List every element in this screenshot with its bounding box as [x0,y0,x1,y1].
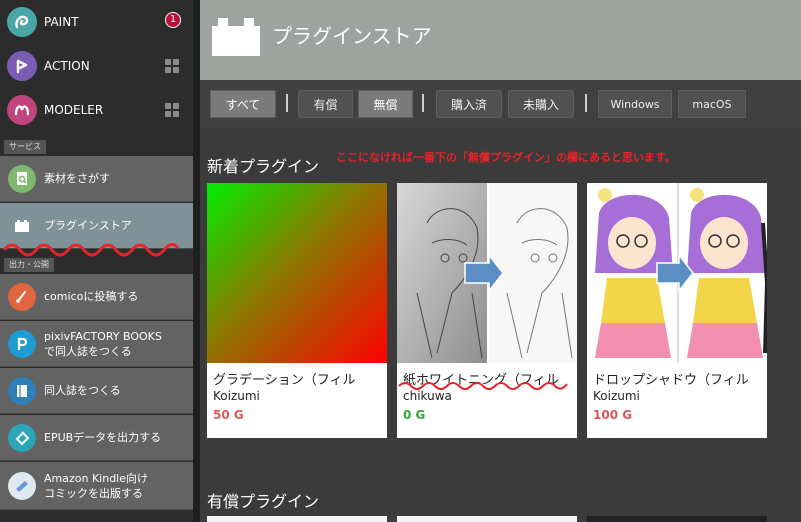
modeler-app-icon [7,95,37,125]
section-title-paid-plugins: 有償プラグイン [207,492,320,511]
sidebar-item-label: pixivFACTORY BOOKS で同人誌をつくる [44,329,162,358]
filter-purchased-button[interactable]: 購入済 [436,90,502,118]
app-modeler[interactable]: MODELER [0,88,193,132]
plugin-author: chikuwa [403,389,452,403]
sidebar-item-label: EPUBデータを出力する [44,431,162,444]
sidebar: PAINT 1 ACTION MODELER サービス 素材をさがす プラグイン… [0,0,196,522]
app-action[interactable]: ACTION [0,44,193,88]
filter-free-button[interactable]: 無償 [358,90,413,118]
sidebar-item-comico[interactable]: comicoに投稿する [0,274,193,320]
store-header: プラグインストア [200,0,801,80]
plugin-card-partial[interactable] [587,516,767,522]
notification-badge[interactable]: 1 [165,12,181,28]
plugin-thumbnail [397,183,577,363]
plugin-card-partial[interactable] [397,516,577,522]
filter-separator [286,94,288,112]
material-search-icon [8,164,36,193]
sidebar-item-pixiv-factory[interactable]: pixivFACTORY BOOKS で同人誌をつくる [0,321,193,367]
grid-icon[interactable] [165,59,179,73]
pixiv-icon [8,329,36,358]
filter-not-purchased-button[interactable]: 未購入 [508,90,574,118]
sidebar-item-label: 素材をさがす [44,172,110,185]
sidebar-item-epub[interactable]: EPUBデータを出力する [0,415,193,461]
action-app-icon [7,51,37,81]
filter-all-button[interactable]: すべて [210,90,276,118]
plugin-author: Koizumi [593,389,640,403]
comico-icon [8,282,36,311]
sidebar-item-label: 同人誌をつくる [44,384,121,397]
sidebar-item-kindle[interactable]: Amazon Kindle向け コミックを出版する [0,462,193,510]
section-title-new-plugins: 新着プラグイン [207,157,320,176]
epub-icon [8,423,36,452]
sidebar-item-doujinshi[interactable]: 同人誌をつくる [0,368,193,414]
plugin-name: ドロップシャドウ（フィル [593,373,749,388]
app-label: PAINT [44,15,79,29]
plugin-card-partial[interactable] [207,516,387,522]
annotation-note: ここになければ一番下の「無償プラグイン」の欄にあると思います。 [336,151,676,164]
plugin-name: グラデーション（フィル [213,373,356,388]
plugin-store-icon [8,212,36,240]
plugin-price: 100 G [593,408,633,422]
sidebar-item-label: プラグインストア [44,219,132,232]
section-label-service: サービス [4,140,46,154]
sidebar-item-label: comicoに投稿する [44,290,139,303]
plugin-thumbnail [207,183,387,363]
sidebar-item-plugin-store[interactable]: プラグインストア [0,203,193,249]
plugin-store-panel: プラグインストア すべて 有償 無償 購入済 未購入 Windows macOS… [200,0,801,522]
filter-bar: すべて 有償 無償 購入済 未購入 Windows macOS [200,80,801,128]
plugin-thumbnail [587,183,767,363]
plugin-card[interactable]: 紙ホワイトニング（フィル chikuwa 0 G [397,183,577,438]
app-paint[interactable]: PAINT 1 [0,0,193,44]
sidebar-item-material-search[interactable]: 素材をさがす [0,156,193,202]
kindle-icon [8,471,36,500]
filter-separator [585,94,587,112]
filter-paid-button[interactable]: 有償 [298,90,353,118]
plugin-price: 50 G [213,408,244,422]
filter-separator [422,94,424,112]
paint-app-icon [7,7,37,37]
sidebar-item-label: Amazon Kindle向け コミックを出版する [44,471,149,500]
book-icon [8,376,36,405]
app-label: MODELER [44,103,104,117]
plugin-store-logo-icon [212,18,260,56]
filter-windows-button[interactable]: Windows [598,90,672,118]
grid-icon[interactable] [165,103,179,117]
plugin-name: 紙ホワイトニング（フィル [403,373,559,388]
filter-macos-button[interactable]: macOS [678,90,746,118]
app-label: ACTION [44,59,90,73]
plugin-card[interactable]: ドロップシャドウ（フィル Koizumi 100 G [587,183,767,438]
page-title: プラグインストア [272,24,432,48]
sidebar-splitter[interactable] [193,0,200,522]
section-label-output: 出力・公開 [4,258,54,272]
plugin-price: 0 G [403,408,426,422]
plugin-card[interactable]: グラデーション（フィル Koizumi 50 G [207,183,387,438]
plugin-author: Koizumi [213,389,260,403]
